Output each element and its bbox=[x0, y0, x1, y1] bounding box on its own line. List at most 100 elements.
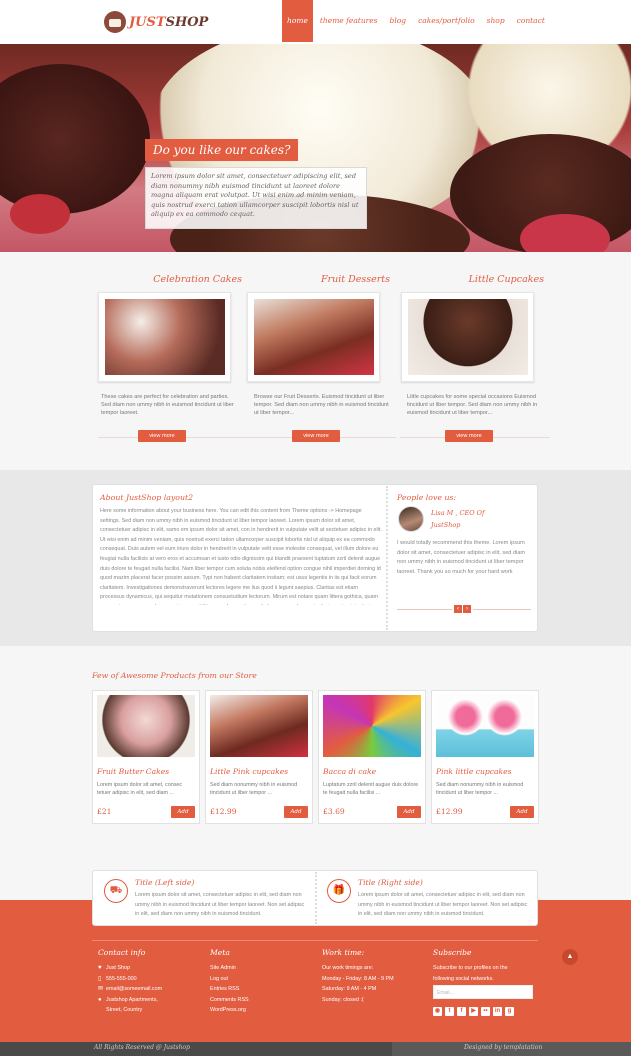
hero-title: Do you like our cakes? bbox=[145, 139, 299, 161]
product-card: Pink little cupcakes Sed diam nonummy ni… bbox=[431, 690, 539, 824]
product-desc: Sed diam nonummy nibh in euismod tincidu… bbox=[436, 782, 524, 797]
product-price: £12.99 bbox=[210, 807, 237, 816]
contact-address-row-2: Street, Country bbox=[98, 1005, 162, 1016]
contact-email[interactable]: email@someemail.com bbox=[106, 986, 162, 992]
contact-title: Contact info bbox=[98, 948, 146, 957]
view-more-button[interactable]: view more bbox=[292, 430, 340, 442]
fruit-butter-cakes-image[interactable] bbox=[97, 695, 195, 757]
products-title: Few of Awesome Products from our Store bbox=[92, 671, 257, 680]
meta-link-site-admin[interactable]: Site Admin bbox=[210, 963, 249, 974]
add-to-cart-button[interactable]: Add bbox=[397, 806, 421, 818]
nav-item-blog[interactable]: blog bbox=[385, 0, 412, 42]
nav-item-home[interactable]: home bbox=[282, 0, 313, 42]
view-more-button[interactable]: view more bbox=[138, 430, 186, 442]
product-desc: Lorem ipsum dolor sit amet, consec tetue… bbox=[97, 782, 183, 797]
about-text: Here some information about your busines… bbox=[100, 508, 382, 605]
back-to-top-icon[interactable]: ▲ bbox=[562, 949, 578, 965]
fruit-desserts-image[interactable] bbox=[254, 299, 374, 375]
footer-subscribe: Subscribe Subscribe to our profiles on t… bbox=[433, 948, 508, 984]
youtube-icon[interactable]: ▶ bbox=[469, 1007, 478, 1016]
subscribe-email-input[interactable]: Email... bbox=[433, 985, 533, 999]
title-right: Title (Right side) bbox=[358, 878, 423, 887]
product-card: Fruit Butter Cakes Lorem ipsum dolor sit… bbox=[92, 690, 200, 824]
contact-email-row: ✉ email@someemail.com bbox=[98, 984, 162, 995]
little-cupcakes-image[interactable] bbox=[408, 299, 528, 375]
hero-text: Lorem ipsum dolor sit amet, consectetuer… bbox=[145, 167, 367, 229]
footer-contact: Contact info ♥ Just Shop ▯ 555-555-000 ✉ em… bbox=[98, 948, 162, 1016]
slider-line bbox=[473, 609, 531, 610]
logo-text-just: JUST bbox=[129, 14, 166, 30]
title-left-text: Lorem ipsum dolor sit amet, consectetuer… bbox=[135, 892, 305, 918]
work-line: Saturday: 9 AM - 4 PM bbox=[322, 986, 377, 993]
logo[interactable]: JUST SHOP bbox=[104, 8, 208, 36]
feature-title: Little Cupcakes bbox=[468, 274, 544, 285]
about-title: About JustShop layout2 bbox=[100, 493, 194, 502]
product-card: Bacca di cake Luptatum zzril delenit aug… bbox=[318, 690, 426, 824]
celebration-cakes-image[interactable] bbox=[105, 299, 225, 375]
testimonial-avatar bbox=[398, 506, 424, 532]
pink-little-cupcakes-image[interactable] bbox=[436, 695, 534, 757]
footer-work-time: Work time: Our work timings are: Monday … bbox=[322, 948, 394, 1005]
contact-address-row: ● Justshop Apartments, bbox=[98, 995, 162, 1006]
social-icons: ◉ t f ▶ •• in g bbox=[433, 1007, 517, 1016]
prev-arrow-icon[interactable]: ‹ bbox=[454, 605, 462, 613]
title-right-text: Lorem ipsum dolor sit amet, consectetuer… bbox=[358, 892, 528, 918]
product-desc: Sed diam nonummy nibh in euismod tincidu… bbox=[210, 782, 298, 797]
add-to-cart-button[interactable]: Add bbox=[510, 806, 534, 818]
subscribe-text: Subscribe to our profiles on the bbox=[433, 965, 508, 971]
product-name[interactable]: Fruit Butter Cakes bbox=[97, 767, 169, 776]
flickr-icon[interactable]: •• bbox=[481, 1007, 490, 1016]
meta-link-wordpress[interactable]: WordPress.org bbox=[210, 1005, 249, 1016]
next-arrow-icon[interactable]: › bbox=[463, 605, 471, 613]
designer-credit[interactable]: Designed by templatation bbox=[464, 1044, 542, 1051]
meta-link-log-out[interactable]: Log out bbox=[210, 974, 249, 985]
rss-icon[interactable]: ◉ bbox=[433, 1007, 442, 1016]
facebook-icon[interactable]: f bbox=[457, 1007, 466, 1016]
bacca-di-cake-image[interactable] bbox=[323, 695, 421, 757]
titles-divider bbox=[315, 872, 317, 924]
testimonial-quote: I would totally recommend this theme. Lo… bbox=[397, 540, 526, 575]
google-plus-icon[interactable]: g bbox=[505, 1007, 514, 1016]
meta-link-entries-rss[interactable]: Entries RSS bbox=[210, 984, 249, 995]
contact-name-row: ♥ Just Shop bbox=[98, 963, 162, 974]
meta-title: Meta bbox=[210, 948, 230, 957]
contact-phone-row: ▯ 555-555-000 bbox=[98, 974, 162, 985]
raspberry-image bbox=[10, 194, 70, 234]
nav-item-contact[interactable]: contact bbox=[512, 0, 550, 42]
product-name[interactable]: Bacca di cake bbox=[323, 767, 376, 776]
title-left: Title (Left side) bbox=[135, 878, 195, 887]
copyright: All Rights Reserved @ Justshop bbox=[94, 1044, 190, 1051]
contact-phone: 555-555-000 bbox=[106, 975, 137, 982]
feature-title: Fruit Desserts bbox=[321, 274, 390, 285]
feature-image-frame bbox=[401, 292, 534, 382]
slider-line bbox=[397, 609, 452, 610]
twitter-icon[interactable]: t bbox=[445, 1007, 454, 1016]
add-to-cart-button[interactable]: Add bbox=[284, 806, 308, 818]
cake-logo-icon bbox=[104, 11, 126, 33]
product-price: £12.99 bbox=[436, 807, 463, 816]
testimonial-title: People love us: bbox=[397, 493, 457, 502]
subscribe-title: Subscribe bbox=[433, 948, 472, 957]
product-desc: Luptatum zzril delenit augue duis dolore… bbox=[323, 782, 419, 797]
linkedin-icon[interactable]: in bbox=[493, 1007, 502, 1016]
work-line: Sunday: closed :( bbox=[322, 996, 364, 1003]
testimonial-name: Lisa M , CEO Of JustShop bbox=[431, 509, 485, 529]
add-to-cart-button[interactable]: Add bbox=[171, 806, 195, 818]
meta-link-comments-rss[interactable]: Comments RSS bbox=[210, 995, 249, 1006]
little-pink-cupcakes-image[interactable] bbox=[210, 695, 308, 757]
cupcake-image-left bbox=[0, 64, 150, 214]
feature-title: Celebration Cakes bbox=[153, 274, 242, 285]
product-name[interactable]: Little Pink cupcakes bbox=[210, 767, 288, 776]
nav-item-theme-features[interactable]: theme features bbox=[315, 0, 383, 42]
contact-address-2: Street, Country bbox=[106, 1007, 143, 1014]
view-more-button[interactable]: view more bbox=[445, 430, 493, 442]
footer-meta: Meta Site Admin Log out Entries RSS Comm… bbox=[210, 948, 249, 1016]
footer-divider bbox=[92, 940, 538, 941]
product-name[interactable]: Pink little cupcakes bbox=[436, 767, 512, 776]
product-price: £21 bbox=[97, 807, 112, 816]
feature-desc: Little cupcakes for some special occasio… bbox=[407, 394, 538, 417]
nav-item-shop[interactable]: shop bbox=[482, 0, 510, 42]
about-divider bbox=[386, 486, 388, 630]
nav-item-cakes-portfolio[interactable]: cakes/portfolio bbox=[413, 0, 480, 42]
header: JUST SHOP home theme features blog cakes/… bbox=[0, 0, 631, 44]
